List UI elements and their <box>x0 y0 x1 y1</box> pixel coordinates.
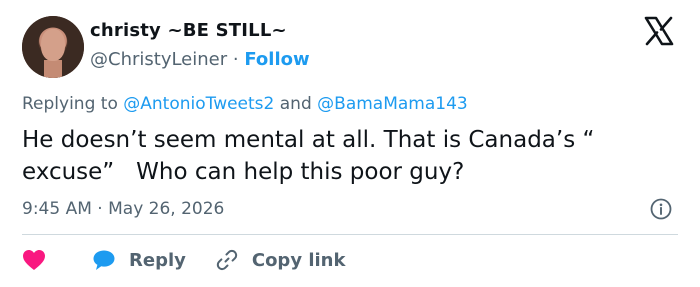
author-handle-line: @ChristyLeiner · Follow <box>90 49 310 70</box>
tweet-time: 9:45 AM <box>22 199 92 219</box>
link-icon <box>216 249 238 271</box>
author-handle[interactable]: @ChristyLeiner <box>90 49 227 70</box>
mention-link[interactable]: @AntonioTweets2 <box>123 94 274 114</box>
timestamp-separator: · <box>97 199 103 219</box>
speech-bubble-icon <box>93 250 115 270</box>
mention-link[interactable]: @BamaMama143 <box>317 94 468 114</box>
reply-prefix: Replying to <box>22 94 118 114</box>
author-name[interactable]: christy ~BE STILL~ <box>90 20 287 41</box>
like-button[interactable] <box>22 249 70 271</box>
copy-link-button[interactable]: Copy link <box>216 249 346 271</box>
reply-label: Reply <box>129 249 186 271</box>
avatar[interactable] <box>22 16 84 78</box>
reply-conjunction: and <box>279 94 312 114</box>
action-bar: Reply Copy link <box>22 245 345 275</box>
info-icon[interactable] <box>650 198 672 220</box>
avatar-face <box>41 29 65 61</box>
reply-button[interactable]: Reply <box>92 249 186 271</box>
tweet-timestamp[interactable]: 9:45 AM · May 26, 2026 <box>22 199 224 219</box>
tweet-text: He doesn’t seem mental at all. That is C… <box>22 127 595 185</box>
copy-link-label: Copy link <box>251 249 346 271</box>
x-logo-icon[interactable] <box>644 16 674 46</box>
handle-separator: · <box>232 49 239 70</box>
divider <box>22 234 678 235</box>
follow-button[interactable]: Follow <box>244 49 309 70</box>
avatar-neck <box>44 60 62 78</box>
heart-icon <box>23 250 45 270</box>
reply-context: Replying to @AntonioTweets2 and @BamaMam… <box>22 94 468 114</box>
tweet-date: May 26, 2026 <box>108 199 225 219</box>
